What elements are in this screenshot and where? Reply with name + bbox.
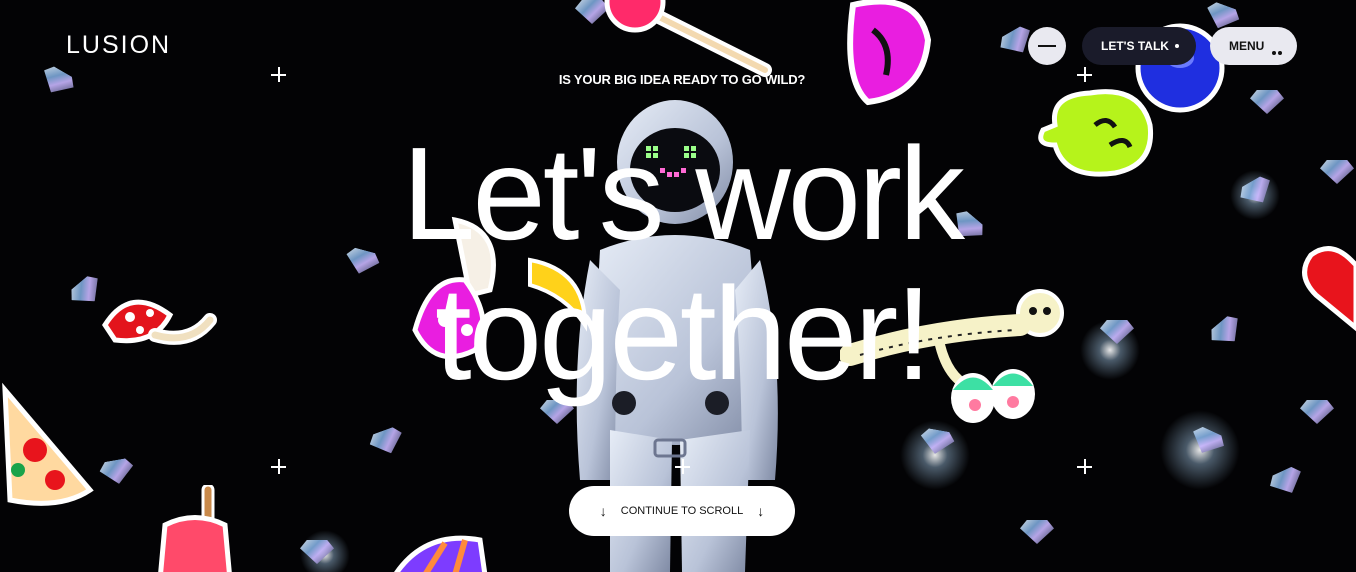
crosshair-icon [1077,459,1092,474]
hero-headline-line2: together! [434,260,932,407]
menu-label: MENU [1229,39,1265,53]
lollipop-sticker [604,0,772,77]
arrow-down-icon: ↓ [599,503,607,519]
diamond-gem [1267,464,1308,500]
theme-toggle-button[interactable] [1028,27,1066,65]
lets-talk-button[interactable]: LET'S TALK [1082,27,1196,65]
arrow-down-icon: ↓ [757,503,765,519]
sparkle-glow [1160,410,1240,490]
crosshair-icon [271,459,286,474]
diamond-gem [1250,90,1284,114]
continue-scroll-label: CONTINUE TO SCROLL [620,505,744,517]
site-logo[interactable]: LUSION [66,31,171,60]
diamond-gem [1300,400,1334,424]
diamond-gem [98,457,136,487]
popsicle-sticker [158,485,232,572]
menu-button[interactable]: MENU [1210,27,1297,65]
hero-headline-line1: Let's work [401,120,965,267]
more-dots-icon [1272,44,1284,58]
dot-icon [1175,44,1179,48]
minus-icon [1038,45,1056,47]
diamond-gem [1020,520,1054,544]
lets-talk-label: LET'S TALK [1101,39,1169,53]
crosshair-icon [675,459,690,474]
diamond-gem [367,425,407,459]
lips-sticker [847,0,932,106]
striped-cone-sticker [394,535,488,572]
continue-scroll-button[interactable]: ↓ CONTINUE TO SCROLL ↓ [569,486,795,536]
hero-tagline: IS YOUR BIG IDEA READY TO GO WILD? [558,72,806,87]
